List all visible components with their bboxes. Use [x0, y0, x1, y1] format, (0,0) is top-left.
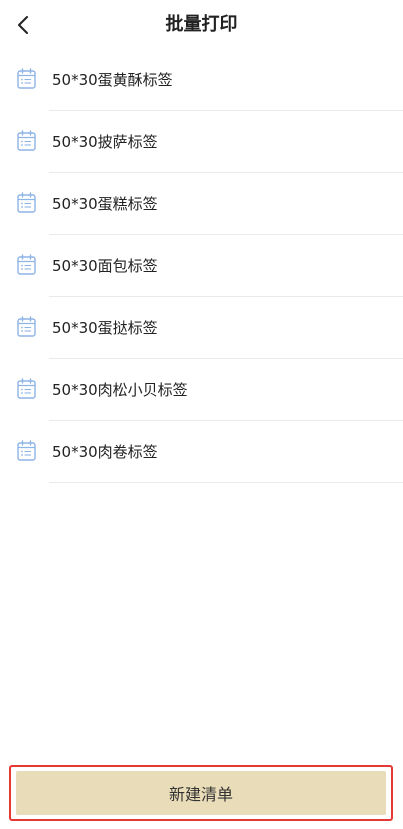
label-template-list: 50*30蛋黄酥标签 50*30披萨标签 50*30蛋糕标签 50*30面包标签 50*…: [0, 49, 403, 483]
list-item[interactable]: 50*30肉卷标签: [0, 421, 403, 483]
new-list-highlight: 新建清单: [9, 765, 393, 821]
list-item[interactable]: 50*30蛋黄酥标签: [0, 49, 403, 111]
list-item[interactable]: 50*30蛋糕标签: [0, 173, 403, 235]
list-item-label: 50*30肉松小贝标签: [52, 381, 188, 399]
list-item-label: 50*30面包标签: [52, 257, 158, 275]
calendar-list-icon: [17, 316, 36, 338]
page-title: 批量打印: [165, 14, 238, 35]
calendar-list-icon: [17, 378, 36, 400]
list-item-label: 50*30肉卷标签: [52, 443, 158, 461]
divider: [49, 482, 403, 483]
list-item[interactable]: 50*30肉松小贝标签: [0, 359, 403, 421]
calendar-list-icon: [17, 130, 36, 152]
list-item-label: 50*30蛋挞标签: [52, 319, 158, 337]
new-list-button[interactable]: 新建清单: [16, 771, 386, 815]
list-item-label: 50*30披萨标签: [52, 133, 158, 151]
list-item[interactable]: 50*30蛋挞标签: [0, 297, 403, 359]
list-item-label: 50*30蛋黄酥标签: [52, 71, 173, 89]
list-item-label: 50*30蛋糕标签: [52, 195, 158, 213]
calendar-list-icon: [17, 68, 36, 90]
list-item[interactable]: 50*30披萨标签: [0, 111, 403, 173]
header-bar: 批量打印: [0, 0, 403, 50]
calendar-list-icon: [17, 254, 36, 276]
calendar-list-icon: [17, 192, 36, 214]
list-item[interactable]: 50*30面包标签: [0, 235, 403, 297]
calendar-list-icon: [17, 440, 36, 462]
